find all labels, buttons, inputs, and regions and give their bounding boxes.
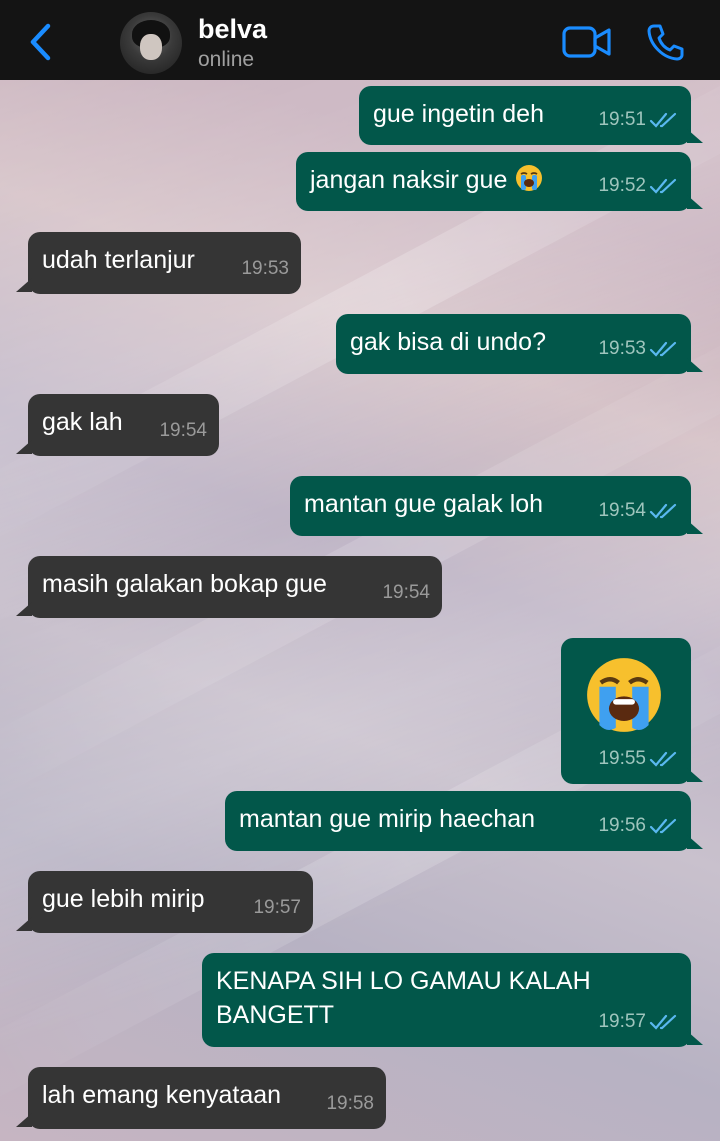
message-meta: 19:55: [598, 742, 679, 776]
message-text: KENAPA SIH LO GAMAU KALAH BANGETT: [216, 967, 591, 1029]
message-text: udah terlanjur: [42, 246, 195, 274]
message-text: lah emang kenyataan: [42, 1081, 282, 1109]
message-meta: 19:53: [598, 332, 679, 366]
message-text: jangan naksir gue: [310, 166, 508, 194]
message-bubble[interactable]: KENAPA SIH LO GAMAU KALAH BANGETT 19:57: [202, 953, 703, 1047]
message-meta: 19:54: [382, 576, 430, 610]
message-time: 19:55: [598, 748, 646, 769]
read-ticks-icon: [649, 112, 677, 128]
message-bubble[interactable]: masih galakan bokap gue 19:54: [16, 556, 442, 618]
message-meta: 19:57: [598, 1005, 679, 1039]
video-call-icon[interactable]: [562, 25, 612, 59]
read-ticks-icon: [649, 341, 677, 357]
read-ticks-icon: [649, 818, 677, 834]
message-bubble[interactable]: gak lah 19:54: [16, 394, 219, 456]
message-meta: 19:53: [241, 252, 289, 286]
read-ticks-icon: [649, 178, 677, 194]
read-ticks-icon: [649, 751, 677, 767]
message-time: 19:54: [382, 582, 430, 603]
message-text: mantan gue galak loh: [304, 490, 544, 518]
message-meta: 19:54: [598, 494, 679, 528]
message-time: 19:53: [598, 338, 646, 359]
chat-header: belva online: [0, 0, 720, 80]
message-bubble[interactable]: mantan gue galak loh 19:54: [290, 476, 703, 536]
message-bubble[interactable]: udah terlanjur 19:53: [16, 232, 301, 294]
message-time: 19:54: [159, 420, 207, 441]
message-bubble[interactable]: gue lebih mirip 19:57: [16, 871, 313, 933]
message-meta: 19:52: [598, 169, 679, 203]
contact-name[interactable]: belva: [198, 14, 267, 45]
message-time: 19:54: [598, 500, 646, 521]
message-time: 19:53: [241, 258, 289, 279]
message-time: 19:52: [598, 175, 646, 196]
loudly-crying-face-icon: [587, 658, 661, 732]
message-text: gue ingetin deh: [373, 100, 544, 128]
message-meta: 19:56: [598, 809, 679, 843]
message-bubble[interactable]: 19:55: [561, 638, 703, 784]
message-meta: 19:57: [253, 891, 301, 925]
message-text: gak lah: [42, 408, 123, 436]
message-text: gak bisa di undo?: [350, 328, 546, 356]
contact-status: online: [198, 48, 255, 71]
message-time: 19:57: [598, 1011, 646, 1032]
message-bubble[interactable]: lah emang kenyataan 19:58: [16, 1067, 386, 1129]
back-chevron-icon[interactable]: [26, 22, 56, 62]
read-ticks-icon: [649, 1014, 677, 1030]
message-time: 19:58: [326, 1093, 374, 1114]
message-bubble[interactable]: gak bisa di undo? 19:53: [336, 314, 703, 374]
message-meta: 19:58: [326, 1087, 374, 1121]
message-time: 19:51: [598, 109, 646, 130]
loudly-crying-face-icon: [516, 165, 543, 191]
message-meta: 19:51: [598, 103, 679, 137]
message-time: 19:56: [598, 815, 646, 836]
message-text: gue lebih mirip: [42, 885, 205, 913]
message-bubble[interactable]: mantan gue mirip haechan 19:56: [225, 791, 703, 851]
voice-call-icon[interactable]: [645, 22, 685, 62]
message-text: mantan gue mirip haechan: [239, 805, 536, 833]
message-bubble[interactable]: gue ingetin deh 19:51: [359, 86, 703, 145]
avatar[interactable]: [120, 12, 182, 74]
message-text: masih galakan bokap gue: [42, 570, 327, 598]
message-meta: 19:54: [159, 414, 207, 448]
message-bubble[interactable]: jangan naksir gue 19:52: [296, 152, 703, 211]
read-ticks-icon: [649, 503, 677, 519]
message-time: 19:57: [253, 897, 301, 918]
